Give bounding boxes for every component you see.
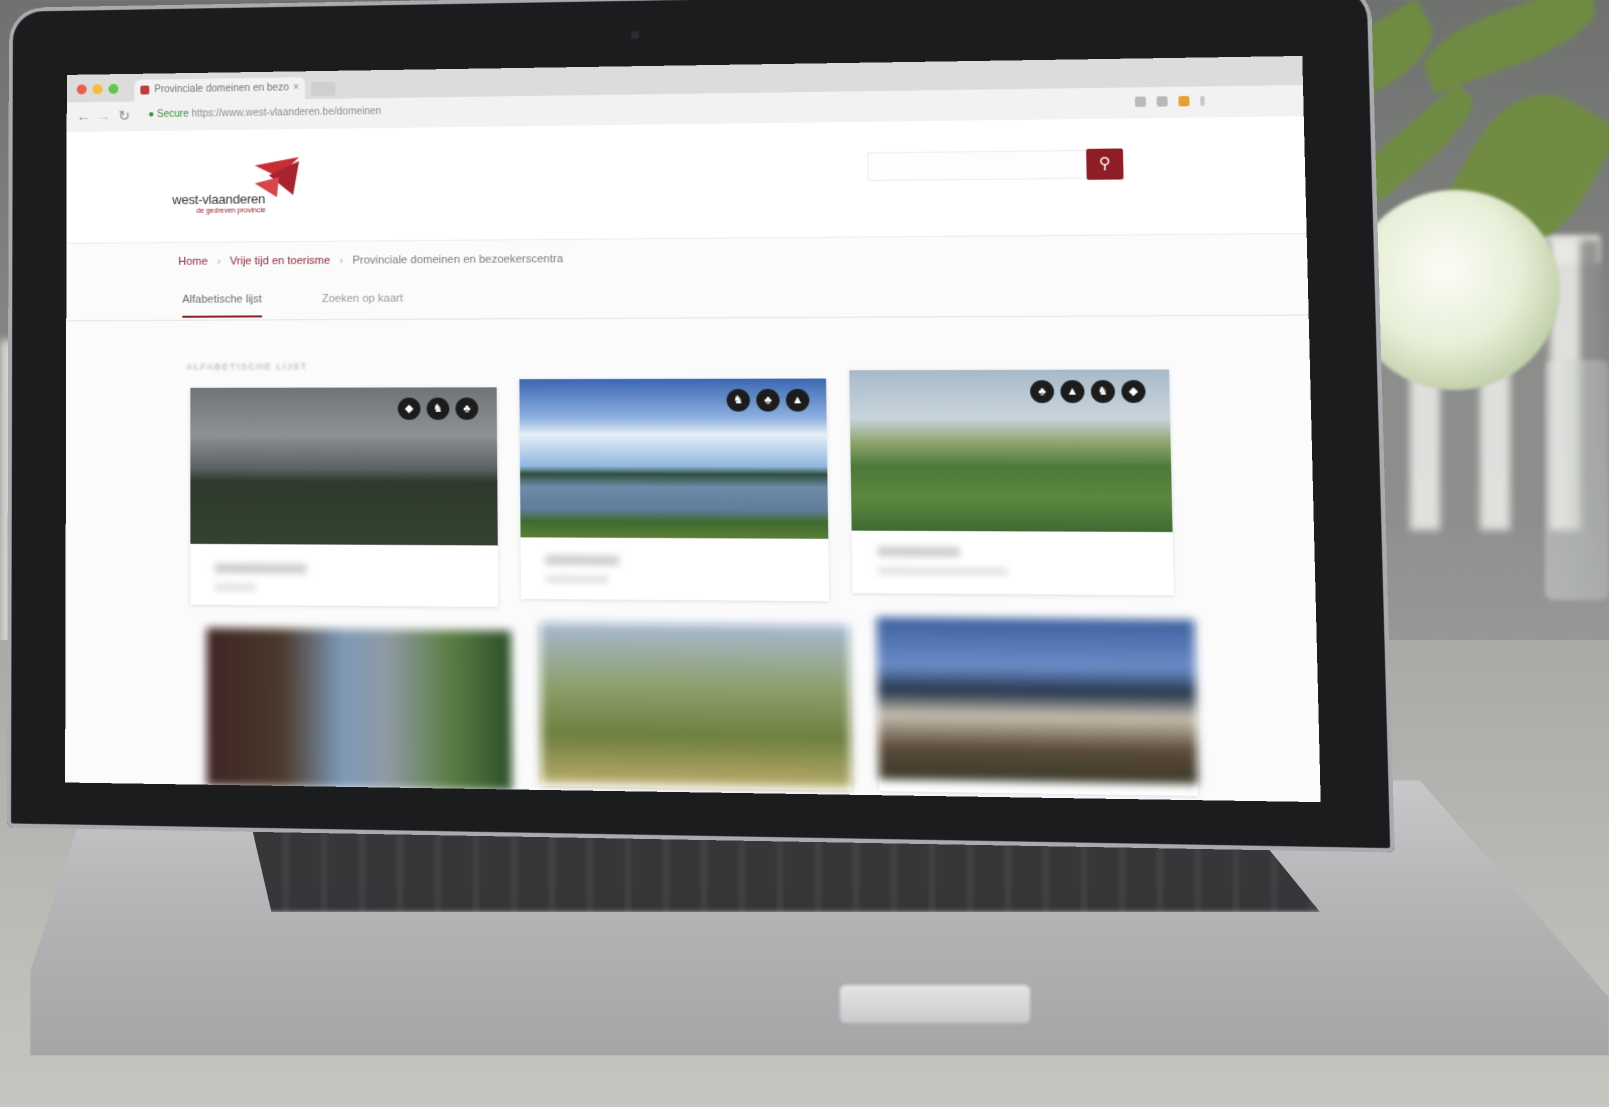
domain-card[interactable]: ♣ ▲ ♞ ◆ bbox=[849, 369, 1174, 595]
domain-photo: ◆ ♞ ♣ bbox=[190, 387, 497, 545]
new-tab-button[interactable] bbox=[311, 82, 335, 96]
leaf bbox=[1416, 0, 1604, 94]
domain-card[interactable]: ♞ ♣ ▲ bbox=[519, 379, 829, 602]
domain-photo: ♣ ▲ ♞ ◆ bbox=[849, 369, 1172, 532]
laptop-screen: Provinciale domeinen en bezo × ← → ↻ ● S… bbox=[65, 56, 1321, 802]
tab-alfabetische-lijst[interactable]: Alfabetische lijst bbox=[182, 293, 262, 317]
card-subtitle-blurred bbox=[215, 583, 256, 590]
url-field[interactable]: ● Secure https://www.west-vlaanderen.be/… bbox=[148, 106, 381, 120]
lock-icon: ● bbox=[148, 109, 154, 120]
tab-zoeken-op-kaart[interactable]: Zoeken op kaart bbox=[322, 293, 403, 306]
web-page: west-vlaanderen de gedreven provincie ⚲ … bbox=[65, 116, 1321, 802]
maximize-window-button[interactable] bbox=[108, 84, 118, 94]
facility-icon: ♞ bbox=[427, 398, 450, 420]
extension-icon[interactable] bbox=[1178, 96, 1189, 106]
webcam bbox=[631, 31, 639, 39]
reload-icon[interactable]: ↻ bbox=[118, 108, 130, 125]
domain-photo: ♞ ♣ ▲ bbox=[519, 379, 828, 539]
domain-card[interactable] bbox=[540, 623, 851, 791]
section-heading: ALFABETISCHE LIJST bbox=[186, 361, 307, 371]
minimize-window-button[interactable] bbox=[93, 84, 103, 94]
facility-icon: ♞ bbox=[727, 389, 751, 412]
card-title-blurred bbox=[878, 546, 960, 557]
glass-vase bbox=[1545, 360, 1609, 600]
browser-tab[interactable]: Provinciale domeinen en bezo × bbox=[134, 77, 305, 101]
bookmark-star-icon[interactable] bbox=[1135, 97, 1146, 107]
secure-label: Secure bbox=[157, 109, 189, 120]
facility-icon: ♞ bbox=[1091, 380, 1115, 403]
extension-icon[interactable] bbox=[1157, 96, 1168, 106]
card-subtitle-blurred bbox=[878, 567, 1008, 575]
facility-icon: ♣ bbox=[455, 398, 478, 420]
tab-close-icon[interactable]: × bbox=[293, 77, 299, 99]
logo-text[interactable]: west-vlaanderen bbox=[172, 191, 265, 207]
facility-icon: ▲ bbox=[1060, 380, 1084, 403]
close-window-button[interactable] bbox=[77, 84, 87, 94]
facility-icon: ♣ bbox=[756, 389, 780, 412]
card-subtitle-blurred bbox=[546, 575, 609, 583]
domain-card[interactable]: ◆ ♞ ♣ bbox=[190, 387, 498, 607]
domain-photo bbox=[207, 628, 512, 791]
breadcrumb-vrije-tijd[interactable]: Vrije tijd en toerisme bbox=[230, 255, 331, 268]
card-title-blurred bbox=[546, 555, 619, 566]
lid-notch bbox=[840, 985, 1030, 1023]
breadcrumb-current: Provinciale domeinen en bezoekerscentra bbox=[352, 253, 563, 267]
breadcrumb-home[interactable]: Home bbox=[178, 256, 207, 268]
card-title-blurred bbox=[215, 563, 307, 574]
site-header: west-vlaanderen de gedreven provincie ⚲ bbox=[66, 116, 1306, 244]
domain-card[interactable] bbox=[877, 617, 1199, 796]
facility-icon: ♣ bbox=[1030, 380, 1054, 403]
breadcrumb-separator: › bbox=[217, 256, 221, 268]
menu-icon[interactable] bbox=[1200, 96, 1205, 106]
domain-photo bbox=[540, 623, 851, 788]
facility-icon: ◆ bbox=[398, 398, 421, 420]
tulip-flower bbox=[1350, 190, 1560, 390]
search-button[interactable]: ⚲ bbox=[1086, 148, 1123, 179]
logo-tagline: de gedreven provincie bbox=[196, 207, 265, 215]
view-tabs: Alfabetische lijst Zoeken op kaart bbox=[66, 273, 1308, 322]
url-text: https://www.west-vlaanderen.be/domeinen bbox=[192, 106, 382, 120]
domain-photo bbox=[877, 617, 1198, 784]
facility-icon: ◆ bbox=[1121, 380, 1146, 403]
facility-icon: ▲ bbox=[786, 389, 810, 412]
search-input[interactable] bbox=[867, 150, 1087, 181]
domain-card[interactable] bbox=[207, 628, 512, 785]
breadcrumb-separator: › bbox=[339, 255, 343, 267]
tab-title: Provinciale domeinen en bezo bbox=[154, 82, 289, 95]
favicon-icon bbox=[140, 86, 149, 95]
search-icon: ⚲ bbox=[1099, 155, 1111, 173]
breadcrumb: Home › Vrije tijd en toerisme › Provinci… bbox=[178, 253, 563, 268]
back-arrow-icon[interactable]: ← bbox=[77, 108, 91, 124]
forward-arrow-icon[interactable]: → bbox=[97, 108, 111, 124]
